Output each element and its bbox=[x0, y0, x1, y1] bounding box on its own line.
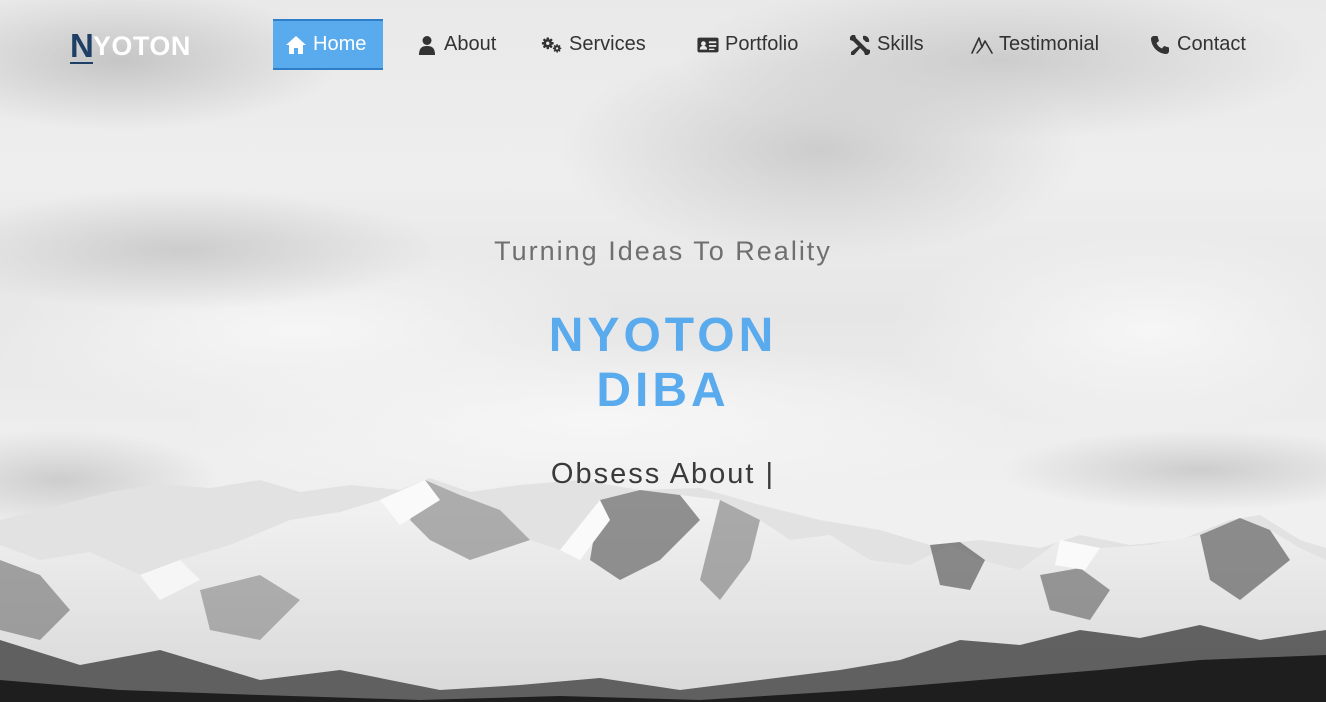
nav-label-skills: Skills bbox=[877, 33, 924, 55]
site-logo[interactable]: N YOTON bbox=[70, 24, 191, 64]
nav-item-skills[interactable]: Skills bbox=[849, 19, 924, 70]
nav-label-home: Home bbox=[313, 33, 367, 55]
signature-icon bbox=[971, 34, 993, 56]
phone-icon bbox=[1149, 34, 1171, 56]
tools-icon bbox=[849, 34, 871, 56]
hero-section: N YOTON Home About Services Portfolio Sk… bbox=[0, 0, 1326, 702]
nav-item-about[interactable]: About bbox=[416, 19, 496, 70]
hero-name-last: DIBA bbox=[596, 364, 730, 417]
hero-tagline: Turning Ideas To Reality bbox=[494, 236, 832, 266]
id-card-icon bbox=[697, 34, 719, 56]
nav-label-services: Services bbox=[569, 33, 646, 55]
nav-label-about: About bbox=[444, 33, 497, 55]
navbar: N YOTON Home About Services Portfolio Sk… bbox=[0, 0, 1326, 88]
user-icon bbox=[416, 34, 438, 56]
hero-name-first: NYOTON bbox=[548, 309, 778, 362]
gears-icon bbox=[541, 34, 563, 56]
hero-typed-text: Obsess About | bbox=[550, 458, 776, 490]
nav-item-contact[interactable]: Contact bbox=[1149, 19, 1246, 70]
nav-label-testimonial: Testimonial bbox=[999, 33, 1100, 55]
logo-initial: N bbox=[70, 27, 94, 64]
nav-item-testimonial[interactable]: Testimonial bbox=[971, 19, 1099, 70]
nav-item-portfolio[interactable]: Portfolio bbox=[697, 19, 798, 70]
nav-label-portfolio: Portfolio bbox=[725, 33, 799, 55]
nav-item-home[interactable]: Home bbox=[273, 19, 383, 70]
home-icon bbox=[285, 34, 307, 56]
logo-text: YOTON bbox=[92, 31, 191, 61]
nav-label-contact: Contact bbox=[1177, 33, 1246, 55]
nav-item-services[interactable]: Services bbox=[541, 19, 646, 70]
